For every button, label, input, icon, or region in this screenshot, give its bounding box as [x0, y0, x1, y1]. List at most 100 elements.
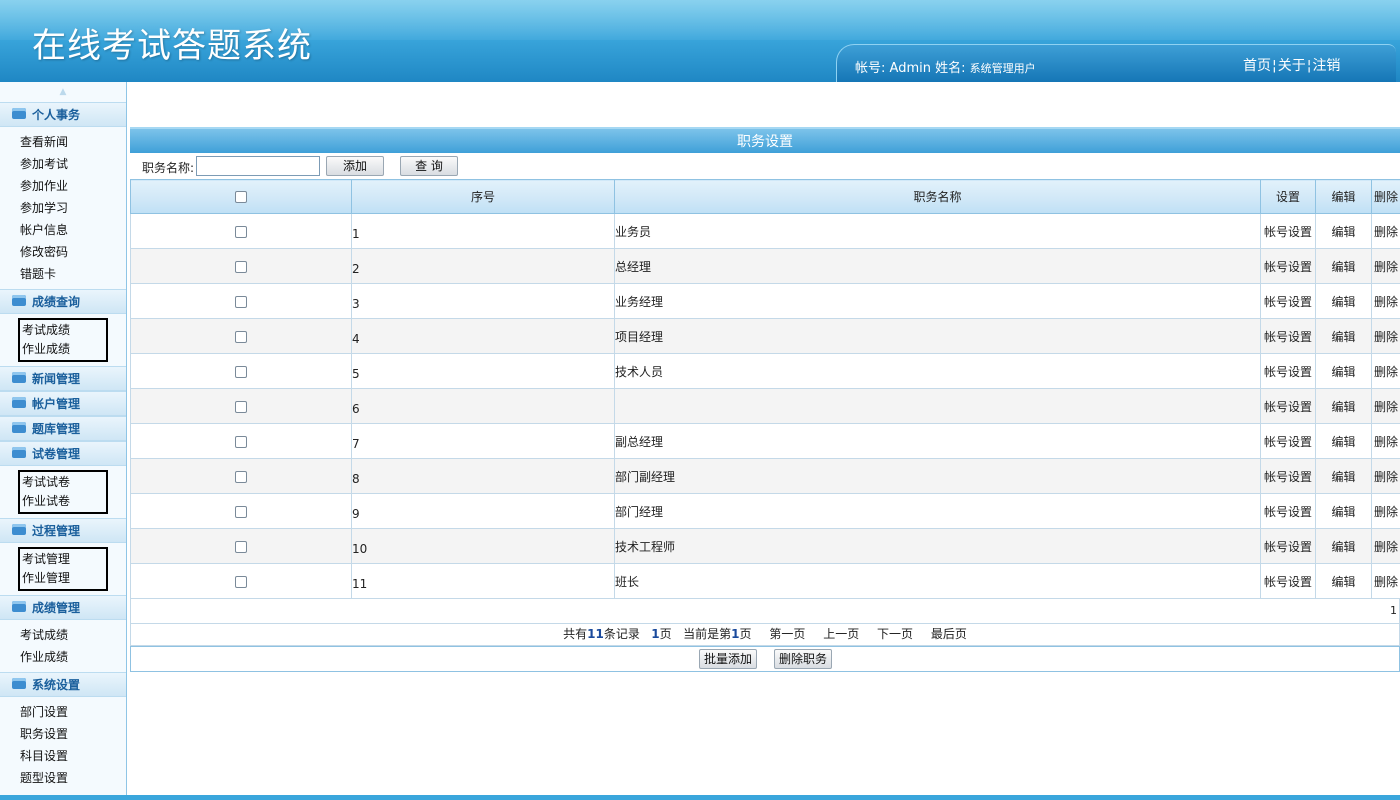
sidebar-group-score-manage[interactable]: 成绩管理 [0, 595, 126, 620]
position-name-input[interactable] [196, 156, 320, 176]
delete-link[interactable]: 删除 [1374, 400, 1398, 414]
add-button[interactable]: 添加 [326, 156, 384, 176]
row-seq: 11 [351, 563, 615, 599]
sidebar-item-homework-manage[interactable]: 作业管理 [20, 569, 106, 588]
row-checkbox[interactable] [235, 330, 247, 343]
sidebar-item-manage-homework-score[interactable]: 作业成绩 [0, 646, 126, 668]
next-page-link[interactable]: 下一页 [877, 627, 913, 641]
about-link[interactable]: 关于 [1278, 58, 1306, 74]
account-settings-link[interactable]: 帐号设置 [1264, 365, 1312, 379]
sidebar-group-personal[interactable]: 个人事务 [0, 102, 126, 127]
first-page-link[interactable]: 第一页 [769, 627, 805, 641]
delete-link[interactable]: 删除 [1374, 225, 1398, 239]
row-checkbox[interactable] [235, 540, 247, 553]
row-delete-cell: 删除 [1371, 423, 1400, 459]
delete-position-button[interactable]: 删除职务 [774, 649, 832, 669]
edit-link[interactable]: 编辑 [1331, 330, 1355, 344]
delete-link[interactable]: 删除 [1374, 540, 1398, 554]
edit-link[interactable]: 编辑 [1331, 260, 1355, 274]
delete-link[interactable]: 删除 [1374, 260, 1398, 274]
edit-link[interactable]: 编辑 [1331, 470, 1355, 484]
edit-link[interactable]: 编辑 [1331, 365, 1355, 379]
edit-link[interactable]: 编辑 [1331, 575, 1355, 589]
account-settings-link[interactable]: 帐号设置 [1264, 435, 1312, 449]
row-settings-cell: 帐号设置 [1260, 318, 1316, 354]
sidebar-item-exam-paper[interactable]: 考试试卷 [20, 473, 106, 492]
query-button[interactable]: 查 询 [400, 156, 458, 176]
sidebar-group-paper[interactable]: 试卷管理 [0, 441, 126, 466]
row-checkbox[interactable] [235, 295, 247, 308]
sidebar-group-score-query[interactable]: 成绩查询 [0, 289, 126, 314]
account-settings-link[interactable]: 帐号设置 [1264, 470, 1312, 484]
sidebar-item-take-study[interactable]: 参加学习 [0, 197, 126, 219]
delete-link[interactable]: 删除 [1374, 470, 1398, 484]
row-settings-cell: 帐号设置 [1260, 213, 1316, 249]
edit-link[interactable]: 编辑 [1331, 435, 1355, 449]
sidebar-item-department-settings[interactable]: 部门设置 [0, 701, 126, 723]
sidebar-item-exam-score[interactable]: 考试成绩 [20, 321, 106, 340]
sidebar-group-question-bank[interactable]: 题库管理 [0, 416, 126, 441]
scroll-up-arrow-icon[interactable]: ▲ [0, 82, 126, 102]
sidebar-item-exam-manage[interactable]: 考试管理 [20, 550, 106, 569]
sidebar-item-take-exam[interactable]: 参加考试 [0, 153, 126, 175]
account-settings-link[interactable]: 帐号设置 [1264, 505, 1312, 519]
sidebar-item-account-info[interactable]: 帐户信息 [0, 219, 126, 241]
sidebar-item-homework-paper[interactable]: 作业试卷 [20, 492, 106, 511]
row-settings-cell: 帐号设置 [1260, 493, 1316, 529]
row-checkbox[interactable] [235, 435, 247, 448]
account-settings-link[interactable]: 帐号设置 [1264, 400, 1312, 414]
logout-link[interactable]: 注销 [1312, 58, 1340, 74]
sidebar-group-process[interactable]: 过程管理 [0, 518, 126, 543]
sidebar-item-mistake-card[interactable]: 错题卡 [0, 263, 126, 285]
account-settings-link[interactable]: 帐号设置 [1264, 540, 1312, 554]
edit-link[interactable]: 编辑 [1331, 505, 1355, 519]
row-position-name: 业务员 [614, 213, 1261, 249]
account-settings-link[interactable]: 帐号设置 [1264, 225, 1312, 239]
row-edit-cell: 编辑 [1315, 283, 1372, 319]
sidebar-item-subject-settings[interactable]: 科目设置 [0, 745, 126, 767]
delete-link[interactable]: 删除 [1374, 330, 1398, 344]
sidebar-item-manage-exam-score[interactable]: 考试成绩 [0, 624, 126, 646]
row-checkbox[interactable] [235, 225, 247, 238]
row-checkbox[interactable] [235, 260, 247, 273]
pagination: 共有11条记录 1页 当前是第1页 第一页 上一页 下一页 最后页 [130, 624, 1400, 646]
home-link[interactable]: 首页 [1243, 58, 1271, 74]
edit-link[interactable]: 编辑 [1331, 540, 1355, 554]
row-checkbox[interactable] [235, 470, 247, 483]
delete-link[interactable]: 删除 [1374, 575, 1398, 589]
account-settings-link[interactable]: 帐号设置 [1264, 295, 1312, 309]
row-checkbox[interactable] [235, 365, 247, 378]
select-all-checkbox[interactable] [235, 191, 247, 203]
delete-link[interactable]: 删除 [1374, 435, 1398, 449]
folder-icon [12, 108, 26, 119]
last-page-link[interactable]: 最后页 [931, 627, 967, 641]
delete-link[interactable]: 删除 [1374, 365, 1398, 379]
sidebar-item-homework-score[interactable]: 作业成绩 [20, 340, 106, 359]
edit-link[interactable]: 编辑 [1331, 400, 1355, 414]
edit-link[interactable]: 编辑 [1331, 295, 1355, 309]
sidebar-group-account[interactable]: 帐户管理 [0, 391, 126, 416]
account-settings-link[interactable]: 帐号设置 [1264, 330, 1312, 344]
sidebar-item-view-news[interactable]: 查看新闻 [0, 131, 126, 153]
edit-link[interactable]: 编辑 [1331, 225, 1355, 239]
delete-link[interactable]: 删除 [1374, 295, 1398, 309]
sidebar-item-change-password[interactable]: 修改密码 [0, 241, 126, 263]
sidebar-group-news[interactable]: 新闻管理 [0, 366, 126, 391]
batch-add-button[interactable]: 批量添加 [699, 649, 757, 669]
row-settings-cell: 帐号设置 [1260, 528, 1316, 564]
row-checkbox[interactable] [235, 400, 247, 413]
table-row: 1 业务员 帐号设置 编辑 删除 [130, 213, 1400, 249]
prev-page-link[interactable]: 上一页 [823, 627, 859, 641]
account-settings-link[interactable]: 帐号设置 [1264, 575, 1312, 589]
total-count: 11 [587, 627, 604, 641]
sidebar-group-system[interactable]: 系统设置 [0, 672, 126, 697]
search-row: 职务名称: 添加 查 询 [130, 153, 1400, 179]
account-settings-link[interactable]: 帐号设置 [1264, 260, 1312, 274]
row-checkbox[interactable] [235, 575, 247, 588]
delete-link[interactable]: 删除 [1374, 505, 1398, 519]
sidebar-item-take-homework[interactable]: 参加作业 [0, 175, 126, 197]
row-checkbox[interactable] [235, 505, 247, 518]
sidebar-item-position-settings[interactable]: 职务设置 [0, 723, 126, 745]
row-edit-cell: 编辑 [1315, 423, 1372, 459]
sidebar-item-question-type-settings[interactable]: 题型设置 [0, 767, 126, 789]
